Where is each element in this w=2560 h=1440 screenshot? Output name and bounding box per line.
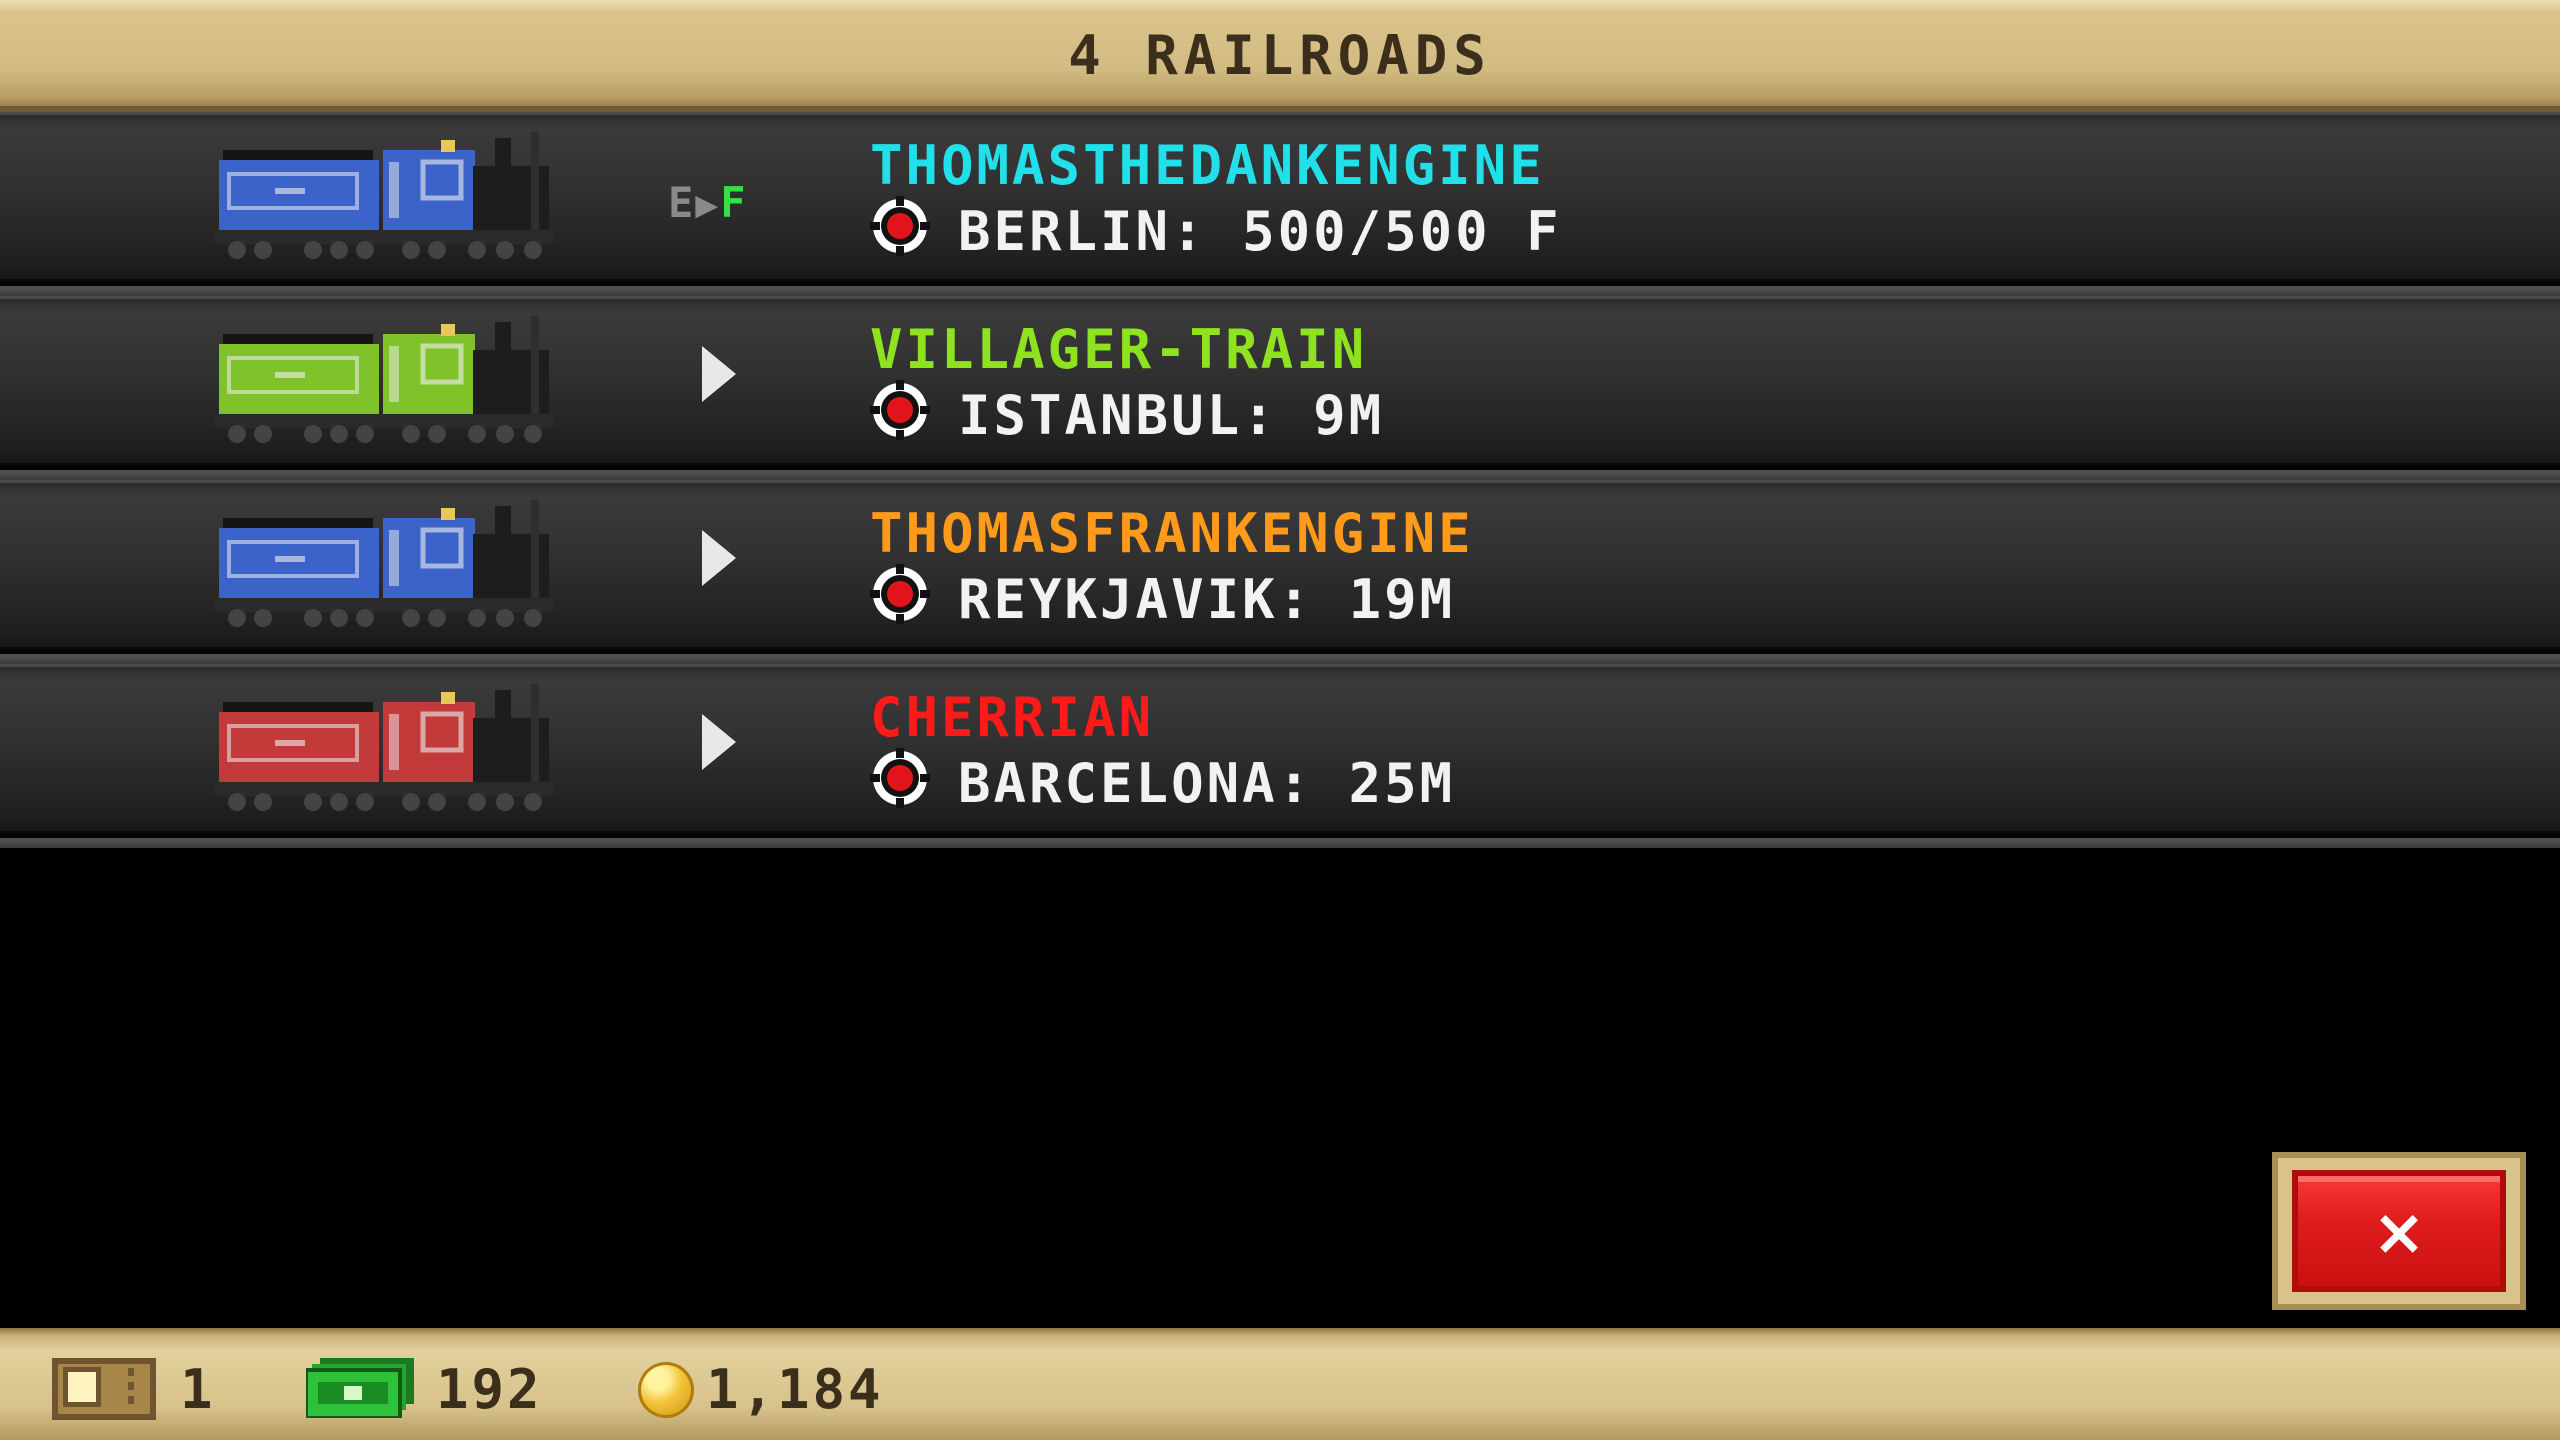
resource-bar: 1 192 1,184	[0, 1328, 2560, 1440]
title-bar: 4 RAILROADS	[0, 0, 2560, 112]
steam-locomotive-icon	[215, 684, 560, 819]
close-button[interactable]: ×	[2272, 1152, 2526, 1310]
cash-amount: 192	[436, 1358, 543, 1421]
cargo-full-label: F	[720, 178, 748, 227]
coin-amount: 1,184	[706, 1358, 884, 1421]
cargo-empty-label: E	[668, 178, 696, 227]
route-destination: BERLIN: 500/500 F	[958, 200, 1562, 263]
row-divider	[0, 286, 2560, 296]
station-marker-icon	[870, 380, 930, 440]
route-destination: REYKJAVIK: 19M	[958, 568, 1456, 631]
cash-icon	[306, 1358, 414, 1418]
steam-locomotive-icon	[215, 316, 560, 451]
steam-locomotive-icon	[215, 500, 560, 635]
station-marker-icon	[870, 196, 930, 256]
steam-locomotive-icon	[215, 132, 560, 267]
close-icon: ×	[2372, 1196, 2426, 1270]
ticket-count: 1	[180, 1358, 216, 1421]
row-divider	[0, 654, 2560, 664]
route-destination: ISTANBUL: 9M	[958, 384, 1385, 447]
cargo-status: E▶F	[668, 178, 747, 227]
railroad-row[interactable]: E▶F THOMASTHEDANKENGINE BERLIN: 500/500 F	[0, 112, 2560, 296]
train-name: VILLAGER-TRAIN	[870, 318, 1368, 381]
route-destination: BARCELONA: 25M	[958, 752, 1456, 815]
railroad-row[interactable]: VILLAGER-TRAIN ISTANBUL: 9M	[0, 296, 2560, 480]
railroad-row[interactable]: THOMASFRANKENGINE REYKJAVIK: 19M	[0, 480, 2560, 664]
train-name: THOMASTHEDANKENGINE	[870, 134, 1545, 197]
coin-icon	[638, 1362, 694, 1418]
station-marker-icon	[870, 564, 930, 624]
play-icon[interactable]	[702, 530, 736, 586]
train-name: THOMASFRANKENGINE	[870, 502, 1474, 565]
row-divider	[0, 470, 2560, 480]
row-divider	[0, 838, 2560, 848]
cargo-arrow-icon: ▶	[695, 182, 721, 226]
ticket-icon	[52, 1358, 156, 1420]
play-icon[interactable]	[702, 346, 736, 402]
play-icon[interactable]	[702, 714, 736, 770]
page-title: 4 RAILROADS	[1068, 24, 1492, 87]
railroad-row[interactable]: CHERRIAN BARCELONA: 25M	[0, 664, 2560, 848]
station-marker-icon	[870, 748, 930, 808]
close-button-face[interactable]: ×	[2292, 1170, 2506, 1292]
train-name: CHERRIAN	[870, 686, 1155, 749]
